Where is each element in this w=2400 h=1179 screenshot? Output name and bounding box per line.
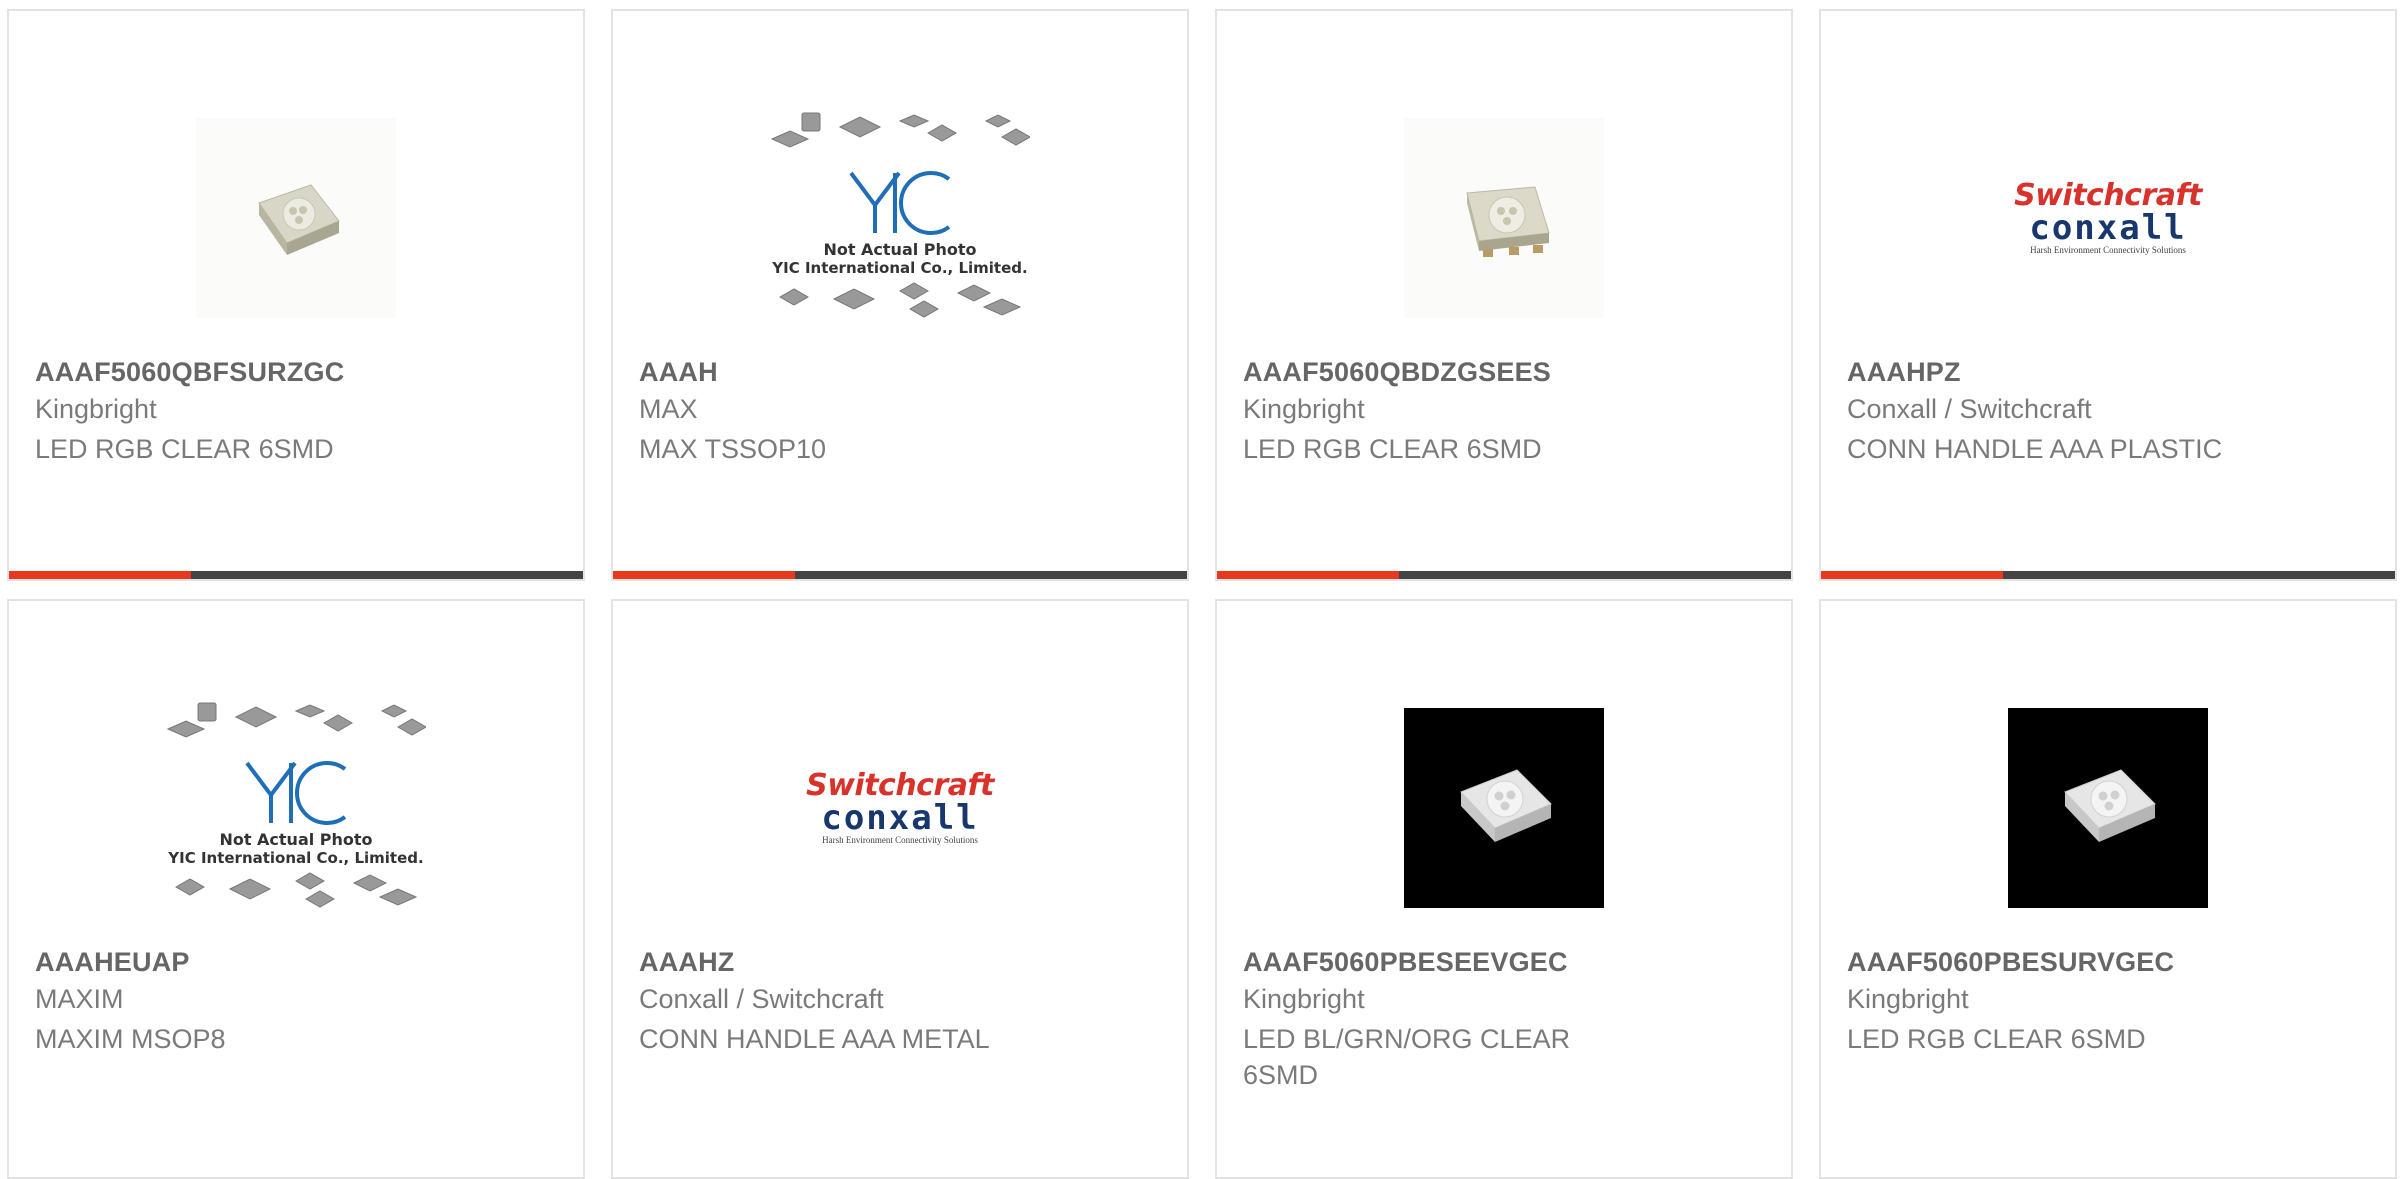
product-card[interactable]: Not Actual Photo YIC International Co., … bbox=[611, 9, 1189, 581]
card-accent bbox=[613, 571, 795, 579]
product-card[interactable]: AAAF5060PBESURVGEC Kingbright LED RGB CL… bbox=[1819, 599, 2397, 1179]
product-image[interactable] bbox=[1374, 83, 1634, 353]
description: LED RGB CLEAR 6SMD bbox=[35, 434, 334, 464]
part-number[interactable]: AAAF5060QBDZGSEES bbox=[1243, 357, 1551, 388]
chip-icons bbox=[174, 872, 418, 908]
description: LED BL/GRN/ORG CLEAR 6SMD bbox=[1243, 1024, 1571, 1090]
product-image[interactable]: Switchcraft conxall Harsh Environment Co… bbox=[1978, 83, 2238, 353]
card-bottom-bar bbox=[9, 571, 583, 579]
manufacturer: Kingbright bbox=[1243, 394, 1365, 424]
product-image[interactable] bbox=[166, 83, 426, 353]
manufacturer: Kingbright bbox=[35, 394, 157, 424]
product-card[interactable]: AAAF5060QBDZGSEES Kingbright LED RGB CLE… bbox=[1215, 9, 1793, 581]
description: LED RGB CLEAR 6SMD bbox=[1847, 1024, 2146, 1054]
placeholder-line1: Not Actual Photo bbox=[219, 830, 373, 849]
led-photo bbox=[196, 118, 396, 318]
product-image[interactable]: Switchcraft conxall Harsh Environment Co… bbox=[770, 673, 1030, 943]
part-number[interactable]: AAAHEUAP bbox=[35, 947, 190, 978]
description: CONN HANDLE AAA METAL bbox=[639, 1024, 990, 1054]
description: CONN HANDLE AAA PLASTIC bbox=[1847, 434, 2223, 464]
manufacturer: Conxall / Switchcraft bbox=[639, 984, 884, 1014]
part-number[interactable]: AAAF5060PBESEEVGEC bbox=[1243, 947, 1568, 978]
chip-icons bbox=[166, 702, 428, 738]
manufacturer: MAX bbox=[639, 394, 698, 424]
led-photo bbox=[1404, 708, 1604, 908]
led-smd-icon bbox=[1460, 769, 1552, 842]
part-number[interactable]: AAAH bbox=[639, 357, 718, 388]
product-image[interactable] bbox=[1374, 673, 1634, 943]
card-bottom-bar bbox=[1217, 571, 1791, 579]
product-card[interactable]: AAAF5060QBFSURZGC Kingbright LED RGB CLE… bbox=[7, 9, 585, 581]
product-image[interactable]: Not Actual Photo YIC International Co., … bbox=[166, 673, 428, 943]
yic-logo-icon bbox=[245, 761, 347, 825]
product-card[interactable]: Switchcraft conxall Harsh Environment Co… bbox=[611, 599, 1189, 1179]
manufacturer: Conxall / Switchcraft bbox=[1847, 394, 2092, 424]
manufacturer: Kingbright bbox=[1243, 984, 1365, 1014]
product-image[interactable] bbox=[1978, 673, 2238, 943]
chip-icons bbox=[778, 282, 1022, 318]
card-accent bbox=[9, 571, 191, 579]
placeholder-line2: YIC International Co., Limited. bbox=[168, 849, 424, 867]
part-number[interactable]: AAAF5060QBFSURZGC bbox=[35, 357, 344, 388]
yic-placeholder: Not Actual Photo YIC International Co., … bbox=[166, 699, 428, 917]
chip-icons bbox=[770, 112, 1032, 148]
part-number[interactable]: AAAHPZ bbox=[1847, 357, 1961, 388]
led-smd-icon bbox=[2064, 769, 2156, 842]
yic-logo-icon bbox=[849, 171, 951, 235]
switchcraft-logo: Switchcraft conxall Harsh Environment Co… bbox=[2014, 178, 2202, 256]
led-smd-icon bbox=[258, 184, 340, 255]
product-card[interactable]: Not Actual Photo YIC International Co., … bbox=[7, 599, 585, 1179]
card-bottom-bar bbox=[1821, 571, 2395, 579]
placeholder-line2: YIC International Co., Limited. bbox=[772, 259, 1028, 277]
manufacturer: MAXIM bbox=[35, 984, 124, 1014]
led-smd-icon bbox=[1466, 186, 1550, 257]
part-number[interactable]: AAAF5060PBESURVGEC bbox=[1847, 947, 2174, 978]
led-photo bbox=[1404, 118, 1604, 318]
product-image[interactable]: Not Actual Photo YIC International Co., … bbox=[770, 83, 1032, 353]
led-photo bbox=[2008, 708, 2208, 908]
part-number[interactable]: AAAHZ bbox=[639, 947, 735, 978]
description: LED RGB CLEAR 6SMD bbox=[1243, 434, 1542, 464]
card-bottom-bar bbox=[613, 571, 1187, 579]
placeholder-line1: Not Actual Photo bbox=[823, 240, 977, 259]
switchcraft-logo: Switchcraft conxall Harsh Environment Co… bbox=[806, 768, 994, 846]
description: MAXIM MSOP8 bbox=[35, 1024, 226, 1054]
card-accent bbox=[1821, 571, 2003, 579]
manufacturer: Kingbright bbox=[1847, 984, 1969, 1014]
product-card[interactable]: Switchcraft conxall Harsh Environment Co… bbox=[1819, 9, 2397, 581]
yic-placeholder: Not Actual Photo YIC International Co., … bbox=[770, 109, 1032, 327]
card-accent bbox=[1217, 571, 1399, 579]
description: MAX TSSOP10 bbox=[639, 434, 827, 464]
product-card[interactable]: AAAF5060PBESEEVGEC Kingbright LED BL/GRN… bbox=[1215, 599, 1793, 1179]
